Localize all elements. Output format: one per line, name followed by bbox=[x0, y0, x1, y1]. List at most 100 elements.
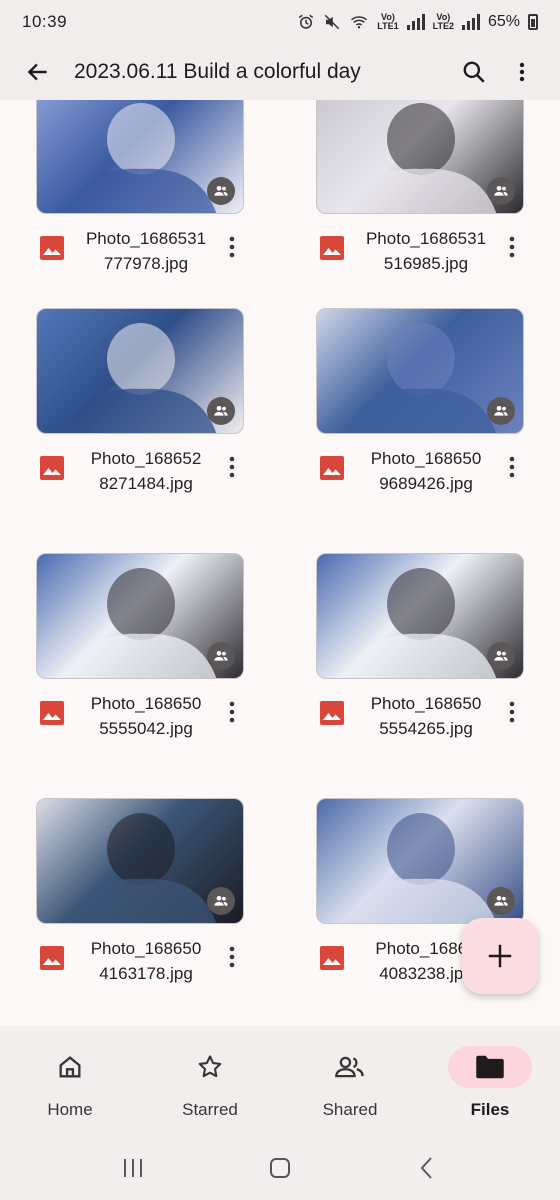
file-card[interactable]: Photo_168650 5555042.jpg bbox=[36, 553, 244, 749]
file-more-button[interactable] bbox=[500, 232, 524, 262]
photo-thumbnail[interactable] bbox=[316, 308, 524, 434]
file-card[interactable]: Photo_168650 5554265.jpg bbox=[316, 553, 524, 749]
file-grid: Photo_1686531 777978.jpg Photo_1686531 5169… bbox=[0, 100, 560, 1026]
file-info: Photo_1686531 777978.jpg bbox=[36, 226, 244, 284]
more-vert-icon bbox=[509, 236, 515, 258]
nav-pill bbox=[28, 1046, 112, 1088]
file-info: Photo_168650 9689426.jpg bbox=[316, 446, 524, 504]
status-time: 10:39 bbox=[22, 12, 68, 31]
search-button[interactable] bbox=[450, 48, 498, 96]
image-file-icon bbox=[40, 236, 64, 260]
photo-thumbnail[interactable] bbox=[316, 100, 524, 214]
file-name-line2: 5554265.jpg bbox=[379, 719, 473, 738]
signal-icon bbox=[406, 14, 425, 30]
page-title: 2023.06.11 Build a colorful day bbox=[74, 60, 361, 83]
nav-item-shared[interactable]: Shared bbox=[280, 1026, 420, 1136]
file-name: Photo_168652 8271484.jpg bbox=[76, 446, 216, 496]
alarm-icon bbox=[299, 14, 314, 29]
file-name: Photo_1686531 777978.jpg bbox=[76, 226, 216, 276]
photo-thumbnail[interactable] bbox=[36, 100, 244, 214]
file-card[interactable]: Photo_168650 9689426.jpg bbox=[316, 308, 524, 504]
image-file-icon bbox=[40, 701, 64, 725]
nav-pill bbox=[308, 1046, 392, 1088]
file-name-line1: Photo_1686531 bbox=[85, 229, 207, 248]
shared-badge bbox=[207, 177, 235, 205]
file-card[interactable]: Photo_168650 4163178.jpg bbox=[36, 798, 244, 994]
bottom-navigation: Home Starred Shared Files bbox=[0, 1026, 560, 1136]
people-icon bbox=[494, 406, 508, 416]
photo-thumbnail[interactable] bbox=[36, 798, 244, 924]
file-more-button[interactable] bbox=[220, 232, 244, 262]
image-file-icon bbox=[40, 946, 64, 970]
more-vert-icon bbox=[509, 456, 515, 478]
people-icon bbox=[335, 1056, 364, 1078]
more-vert-icon bbox=[229, 456, 235, 478]
file-name-line2: 9689426.jpg bbox=[379, 474, 473, 493]
file-card[interactable]: Photo_1686531 777978.jpg bbox=[36, 100, 244, 284]
file-info: Photo_1686531 516985.jpg bbox=[316, 226, 524, 284]
file-more-button[interactable] bbox=[500, 452, 524, 482]
file-more-button[interactable] bbox=[220, 942, 244, 972]
image-file-icon bbox=[320, 946, 344, 970]
status-bar: 10:39 Vo) LTE1 Vo) LTE2 65% bbox=[0, 0, 560, 44]
people-icon bbox=[214, 896, 228, 906]
home-icon bbox=[59, 1056, 81, 1078]
file-card[interactable]: Photo_168652 8271484.jpg bbox=[36, 308, 244, 504]
file-info: Photo_168652 8271484.jpg bbox=[36, 446, 244, 504]
more-vert-icon bbox=[519, 62, 525, 82]
file-card[interactable]: Photo_1686531 516985.jpg bbox=[316, 100, 524, 284]
file-name-line1: Photo_168650 bbox=[90, 939, 202, 958]
nav-item-files[interactable]: Files bbox=[420, 1026, 560, 1136]
more-vert-icon bbox=[229, 236, 235, 258]
wifi-icon bbox=[351, 16, 368, 29]
file-info: Photo_168650 5554265.jpg bbox=[316, 691, 524, 749]
top-app-bar: 2023.06.11 Build a colorful day bbox=[0, 44, 560, 100]
recents-button[interactable] bbox=[113, 1148, 153, 1188]
file-name-line2: 4163178.jpg bbox=[99, 964, 193, 983]
back-button[interactable] bbox=[14, 48, 62, 96]
file-name-line1: Photo_168650 bbox=[370, 694, 482, 713]
file-name-line2: 5555042.jpg bbox=[99, 719, 193, 738]
people-icon bbox=[214, 186, 228, 196]
home-system-button[interactable] bbox=[260, 1148, 300, 1188]
people-icon bbox=[214, 651, 228, 661]
screen: 10:39 Vo) LTE1 Vo) LTE2 65% 2023.06.11 Bui… bbox=[0, 0, 560, 1200]
more-options-button[interactable] bbox=[498, 48, 546, 96]
nav-item-starred[interactable]: Starred bbox=[140, 1026, 280, 1136]
people-icon bbox=[494, 651, 508, 661]
add-button[interactable] bbox=[462, 918, 538, 994]
shared-badge bbox=[487, 177, 515, 205]
search-icon bbox=[463, 61, 485, 83]
photo-thumbnail[interactable] bbox=[316, 553, 524, 679]
battery-text: 65% bbox=[487, 13, 520, 30]
image-file-icon bbox=[40, 456, 64, 480]
photo-thumbnail[interactable] bbox=[316, 798, 524, 924]
file-more-button[interactable] bbox=[500, 697, 524, 727]
home-system-icon bbox=[269, 1158, 290, 1178]
shared-badge bbox=[487, 397, 515, 425]
file-name: Photo_1686531 516985.jpg bbox=[356, 226, 496, 276]
photo-thumbnail[interactable] bbox=[36, 308, 244, 434]
lte2-label: Vo) LTE2 bbox=[432, 12, 454, 31]
folder-icon bbox=[476, 1055, 504, 1079]
mute-icon bbox=[325, 14, 340, 30]
nav-item-home[interactable]: Home bbox=[0, 1026, 140, 1136]
file-name-line2: 516985.jpg bbox=[383, 254, 469, 273]
file-name-line1: Photo_1686531 bbox=[365, 229, 487, 248]
arrow-back-icon bbox=[27, 63, 47, 81]
shared-badge bbox=[207, 887, 235, 915]
file-info: Photo_168650 5555042.jpg bbox=[36, 691, 244, 749]
image-file-icon bbox=[320, 236, 344, 260]
file-more-button[interactable] bbox=[220, 452, 244, 482]
people-icon bbox=[494, 896, 508, 906]
shared-badge bbox=[487, 887, 515, 915]
add-icon bbox=[488, 944, 512, 968]
people-icon bbox=[214, 406, 228, 416]
photo-thumbnail[interactable] bbox=[36, 553, 244, 679]
nav-label-home: Home bbox=[47, 1100, 93, 1119]
file-more-button[interactable] bbox=[220, 697, 244, 727]
file-name-line1: Photo_168652 bbox=[90, 449, 202, 468]
status-icons: Vo) LTE1 Vo) LTE2 65% bbox=[297, 13, 538, 31]
file-name-line1: Photo_168650 bbox=[370, 449, 482, 468]
back-system-button[interactable] bbox=[407, 1148, 447, 1188]
